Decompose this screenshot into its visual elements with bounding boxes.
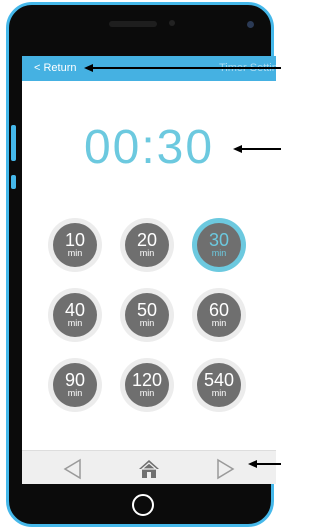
- duration-unit: min: [67, 318, 83, 328]
- annotation-arrowhead-timer: [233, 145, 242, 153]
- duration-button-face: 540 min: [197, 363, 241, 407]
- duration-button-90[interactable]: 90 min: [48, 358, 102, 412]
- duration-unit: min: [139, 248, 155, 258]
- annotation-arrowhead-navbar: [248, 460, 257, 468]
- duration-value: 60: [208, 300, 230, 320]
- duration-button-30[interactable]: 30 min: [192, 218, 246, 272]
- annotation-arrow-timer: [241, 148, 281, 150]
- duration-button-face: 90 min: [53, 363, 97, 407]
- duration-button-face: 10 min: [53, 223, 97, 267]
- duration-unit: min: [67, 248, 83, 258]
- home-icon[interactable]: [137, 457, 161, 481]
- duration-unit: min: [139, 388, 155, 398]
- forward-icon[interactable]: [213, 457, 237, 481]
- duration-button-50[interactable]: 50 min: [120, 288, 174, 342]
- duration-button-120[interactable]: 120 min: [120, 358, 174, 412]
- duration-unit: min: [67, 388, 83, 398]
- side-button: [11, 175, 16, 189]
- speaker-grille: [109, 21, 157, 27]
- duration-button-face: 50 min: [125, 293, 169, 337]
- duration-unit: min: [139, 318, 155, 328]
- bottom-nav-bar: [22, 450, 276, 484]
- duration-unit: min: [211, 248, 227, 258]
- duration-unit: min: [211, 388, 227, 398]
- duration-unit: min: [211, 318, 227, 328]
- annotation-arrow-return: [92, 67, 281, 69]
- volume-button: [11, 125, 16, 161]
- annotation-arrowhead-return: [84, 64, 93, 72]
- annotation-arrow-navbar: [256, 463, 281, 465]
- app-screen: < Return Timer Setting 00:30 10 min 20 m…: [22, 56, 276, 484]
- duration-value: 30: [208, 230, 230, 250]
- duration-value: 40: [64, 300, 86, 320]
- duration-button-face: 120 min: [125, 363, 169, 407]
- duration-button-60[interactable]: 60 min: [192, 288, 246, 342]
- duration-value: 20: [136, 230, 158, 250]
- duration-value: 540: [203, 370, 235, 390]
- duration-button-10[interactable]: 10 min: [48, 218, 102, 272]
- duration-value: 50: [136, 300, 158, 320]
- duration-value: 120: [131, 370, 163, 390]
- return-button[interactable]: < Return: [34, 62, 77, 74]
- duration-button-540[interactable]: 540 min: [192, 358, 246, 412]
- back-icon[interactable]: [61, 457, 85, 481]
- duration-button-40[interactable]: 40 min: [48, 288, 102, 342]
- duration-value: 90: [64, 370, 86, 390]
- duration-button-face: 40 min: [53, 293, 97, 337]
- duration-button-face: 60 min: [197, 293, 241, 337]
- sensor: [247, 21, 254, 28]
- duration-value: 10: [64, 230, 86, 250]
- front-camera: [169, 20, 175, 26]
- duration-button-20[interactable]: 20 min: [120, 218, 174, 272]
- duration-button-face: 30 min: [197, 223, 241, 267]
- duration-button-face: 20 min: [125, 223, 169, 267]
- hardware-home-button[interactable]: [132, 494, 154, 516]
